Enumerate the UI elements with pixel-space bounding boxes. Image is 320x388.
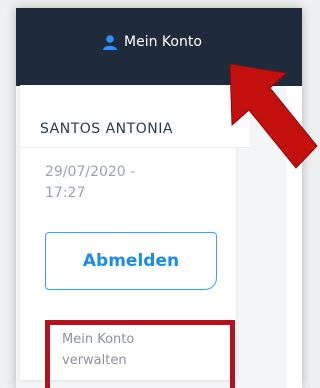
my-account-link[interactable]: Mein Konto	[102, 34, 202, 50]
scroll-area	[286, 86, 302, 388]
user-name: SANTOS ANTONIA	[20, 110, 250, 148]
login-timestamp: 29/07/2020 - 17:27	[45, 164, 136, 201]
manage-account-link[interactable]: Mein Konto verwalten	[45, 320, 235, 388]
logout-button[interactable]: Abmelden	[45, 232, 217, 290]
my-account-label: Mein Konto	[124, 34, 202, 50]
top-header: Mein Konto	[16, 8, 302, 86]
user-icon	[102, 34, 118, 50]
